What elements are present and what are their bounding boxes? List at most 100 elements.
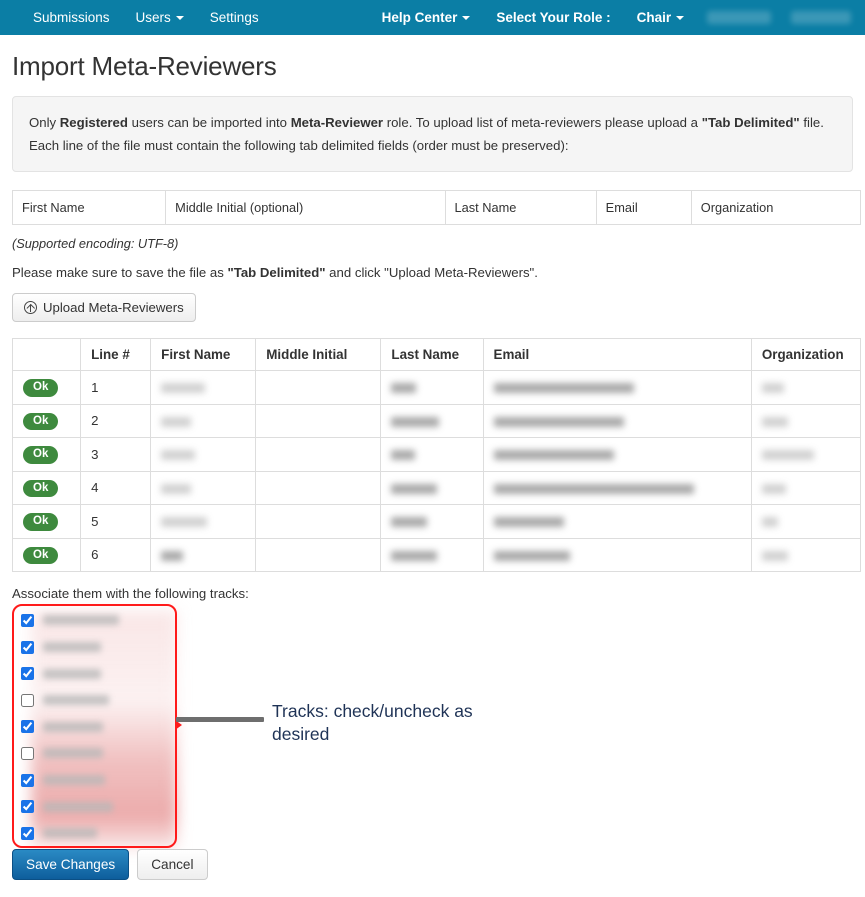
track-checkbox-3[interactable]: [21, 667, 34, 680]
status-badge: Ok: [23, 379, 58, 397]
table-row: Ok 4: [13, 471, 861, 505]
save-note-c: and click "Upload Meta-Reviewers".: [326, 265, 538, 280]
list-item[interactable]: [12, 820, 192, 847]
track-checkbox-5[interactable]: [21, 720, 34, 733]
cell-status: Ok: [13, 438, 81, 472]
list-item[interactable]: [12, 607, 192, 634]
table-row: Ok 3: [13, 438, 861, 472]
upload-button-label: Upload Meta-Reviewers: [43, 300, 184, 315]
track-label-redacted: [43, 775, 105, 785]
cell-last-name: [381, 404, 483, 438]
nav-left-group: Submissions Users Settings: [20, 0, 272, 35]
list-item[interactable]: [12, 767, 192, 794]
redacted-value: [391, 517, 427, 527]
redacted-value: [391, 450, 415, 460]
upload-meta-reviewers-button[interactable]: Upload Meta-Reviewers: [12, 293, 196, 322]
cell-line-number: 2: [81, 404, 151, 438]
track-checkbox-8[interactable]: [21, 800, 34, 813]
list-item[interactable]: [12, 687, 192, 714]
cell-last-name: [381, 538, 483, 572]
nav-item-settings[interactable]: Settings: [197, 0, 272, 35]
track-checkbox-2[interactable]: [21, 641, 34, 654]
tracks-checkbox-group: [12, 607, 192, 846]
track-label-redacted: [43, 802, 113, 812]
column-header-email: Email: [483, 339, 751, 371]
cancel-button[interactable]: Cancel: [137, 849, 207, 880]
cell-organization: [751, 404, 860, 438]
status-badge: Ok: [23, 413, 58, 431]
column-header-line-number: Line #: [81, 339, 151, 371]
nav-item-help-center[interactable]: Help Center: [369, 0, 484, 35]
cell-line-number: 4: [81, 471, 151, 505]
redacted-value: [494, 383, 634, 393]
redacted-value: [762, 450, 814, 460]
track-checkbox-6[interactable]: [21, 747, 34, 760]
nav-item-users[interactable]: Users: [123, 0, 197, 35]
track-checkbox-9[interactable]: [21, 827, 34, 840]
cell-organization: [751, 505, 860, 539]
table-row: Ok 6: [13, 538, 861, 572]
redacted-value: [161, 551, 183, 561]
status-badge: Ok: [23, 446, 58, 464]
list-item[interactable]: [12, 793, 192, 820]
def-cell-organization: Organization: [691, 191, 860, 225]
cell-organization: [751, 471, 860, 505]
nav-item-label: Submissions: [33, 0, 110, 35]
list-item[interactable]: [12, 660, 192, 687]
def-cell-last-name: Last Name: [445, 191, 596, 225]
cell-line-number: 6: [81, 538, 151, 572]
track-label-redacted: [43, 748, 103, 758]
cell-last-name: [381, 471, 483, 505]
save-note-tab-delimited: "Tab Delimited": [228, 265, 326, 280]
info-text-e: role. To upload list of meta-reviewers p…: [383, 115, 702, 130]
field-definition-table: First Name Middle Initial (optional) Las…: [12, 190, 861, 225]
nav-item-label: Select Your Role :: [496, 0, 610, 35]
cell-line-number: 3: [81, 438, 151, 472]
nav-item-label: Users: [136, 0, 171, 35]
cell-middle-initial: [256, 505, 381, 539]
redacted-value: [494, 484, 694, 494]
nav-item-chair-role[interactable]: Chair: [624, 0, 698, 35]
track-checkbox-4[interactable]: [21, 694, 34, 707]
encoding-note: (Supported encoding: UTF-8): [12, 236, 855, 251]
cell-first-name: [151, 538, 256, 572]
info-text-meta-reviewer: Meta-Reviewer: [291, 115, 383, 130]
page-title: Import Meta-Reviewers: [12, 51, 855, 82]
save-changes-button[interactable]: Save Changes: [12, 849, 129, 880]
track-label-redacted: [43, 722, 103, 732]
nav-item-submissions[interactable]: Submissions: [20, 0, 123, 35]
column-header-last-name: Last Name: [381, 339, 483, 371]
redacted-value: [762, 551, 788, 561]
cell-line-number: 5: [81, 505, 151, 539]
redacted-value: [494, 450, 614, 460]
nav-label-select-your-role: Select Your Role :: [483, 0, 623, 35]
nav-item-redacted-1[interactable]: [707, 11, 771, 24]
track-checkbox-1[interactable]: [21, 614, 34, 627]
redacted-value: [161, 517, 207, 527]
nav-item-redacted-2[interactable]: [791, 11, 851, 24]
track-checkbox-7[interactable]: [21, 774, 34, 787]
redacted-value: [494, 551, 570, 561]
list-item[interactable]: [12, 634, 192, 661]
cell-middle-initial: [256, 371, 381, 405]
track-label-redacted: [43, 669, 101, 679]
cell-status: Ok: [13, 404, 81, 438]
redacted-value: [762, 383, 784, 393]
nav-item-label: Settings: [210, 0, 259, 35]
annotation-leader-line: [176, 717, 264, 722]
cell-middle-initial: [256, 404, 381, 438]
chevron-down-icon: [462, 16, 470, 20]
column-header-middle-initial: Middle Initial: [256, 339, 381, 371]
cell-organization: [751, 438, 860, 472]
table-row: Ok 2: [13, 404, 861, 438]
list-item[interactable]: [12, 714, 192, 741]
column-header-status: [13, 339, 81, 371]
cell-organization: [751, 371, 860, 405]
table-header-row: Line # First Name Middle Initial Last Na…: [13, 339, 861, 371]
form-action-buttons: Save Changes Cancel: [12, 849, 208, 880]
cell-email: [483, 505, 751, 539]
list-item[interactable]: [12, 740, 192, 767]
track-label-redacted: [43, 615, 119, 625]
redacted-value: [494, 517, 564, 527]
nav-right-group: Help Center Select Your Role : Chair: [369, 0, 862, 35]
